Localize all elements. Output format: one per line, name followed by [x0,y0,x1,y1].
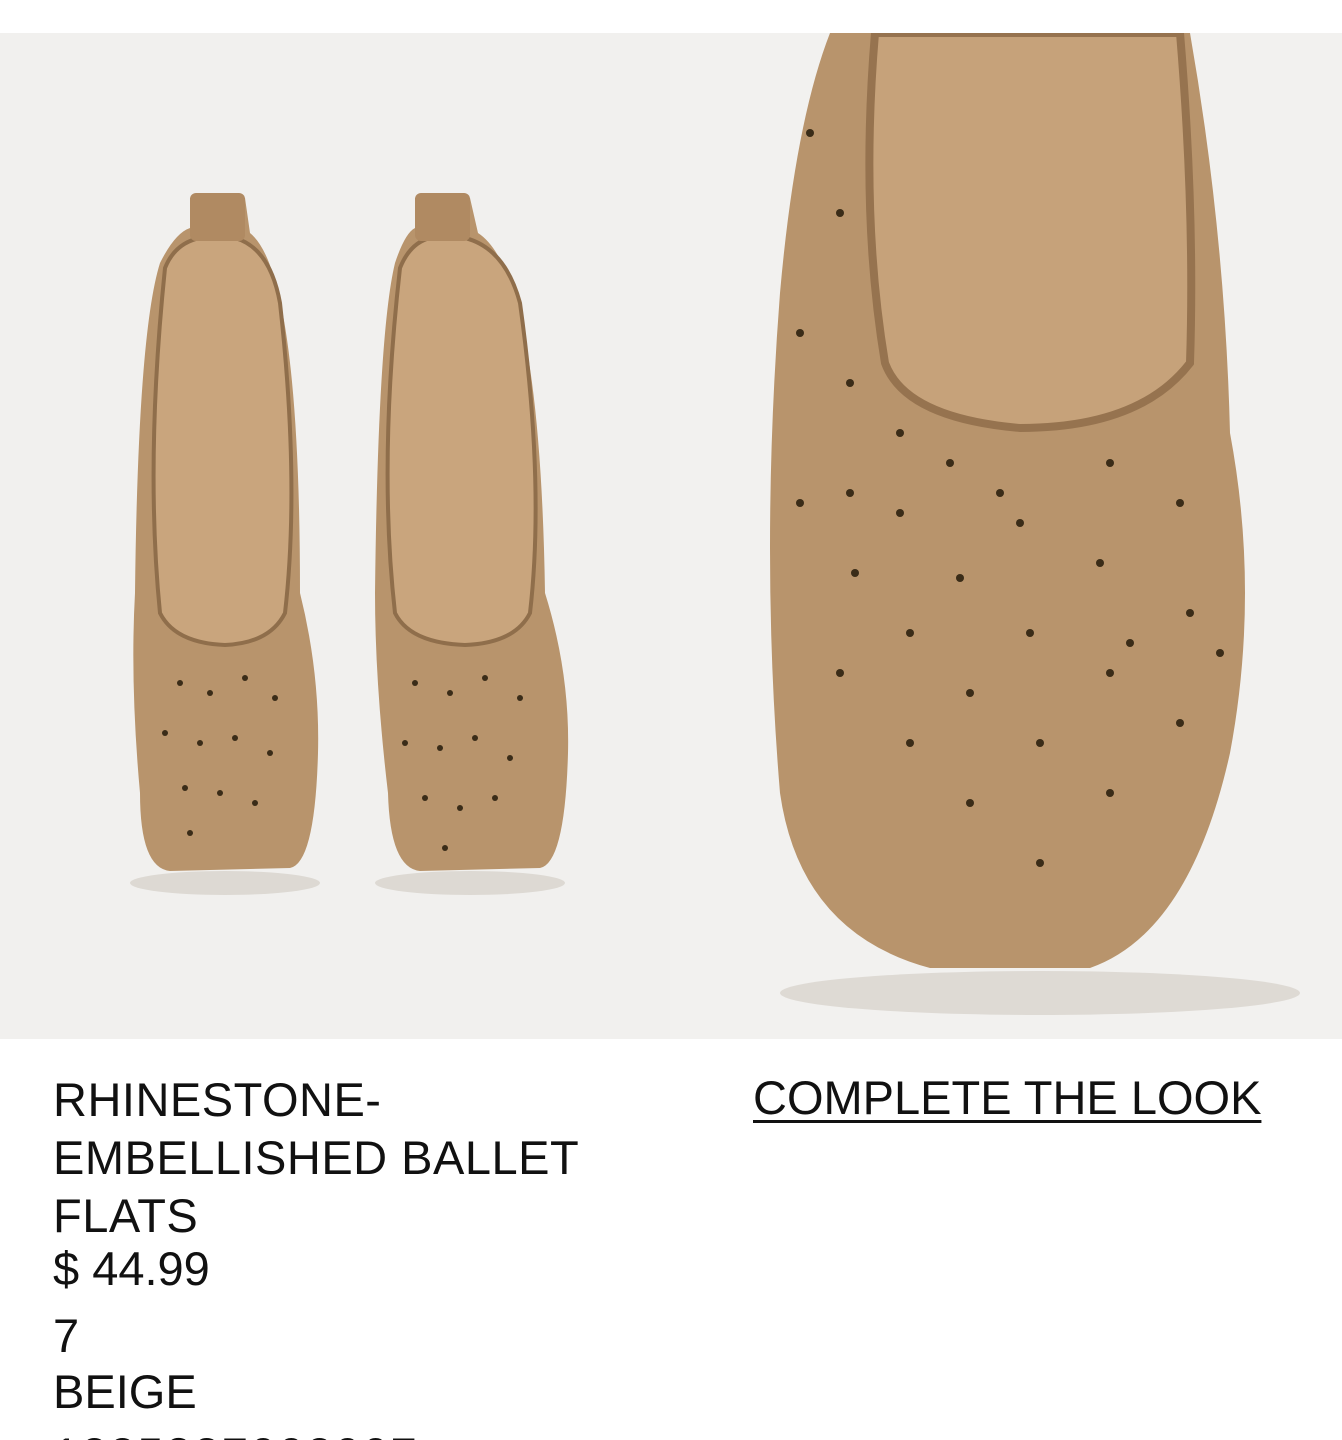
product-page: RHINESTONE-EMBELLISHED BALLET FLATS $ 44… [0,0,1342,1440]
product-image-pair[interactable] [0,33,670,1039]
ballet-flat-closeup-image [670,33,1342,1039]
product-info: RHINESTONE-EMBELLISHED BALLET FLATS $ 44… [0,1039,1342,1440]
product-image-closeup[interactable] [670,33,1342,1039]
product-price: $ 44.99 [53,1242,210,1295]
product-gallery[interactable] [0,33,1342,1039]
complete-the-look-link[interactable]: COMPLETE THE LOOK [753,1069,1261,1127]
product-name: RHINESTONE-EMBELLISHED BALLET FLATS [53,1073,579,1242]
product-size: 7 [53,1309,80,1362]
product-color: BEIGE [53,1365,197,1418]
article-number: 1225837002007 [53,1427,419,1440]
ballet-flats-pair-image [0,33,670,1039]
